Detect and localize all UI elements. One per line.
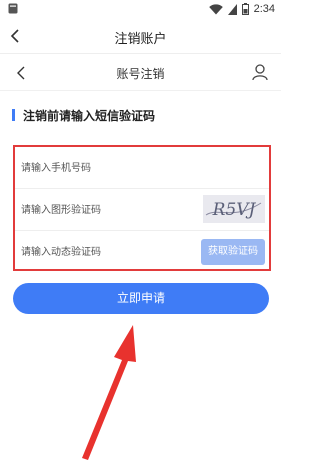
account-cancel-page: 2:34 注销账户 账号注销 注销前请输入短信验证码 R5V: [0, 0, 281, 460]
heading-accent-bar: [12, 109, 15, 121]
wifi-icon: [208, 3, 223, 14]
captcha-text: R5VJ: [212, 200, 257, 220]
user-icon[interactable]: [251, 63, 269, 81]
signal-icon: [227, 3, 237, 15]
status-bar: 2:34: [0, 0, 281, 18]
phone-row: [15, 147, 269, 189]
captcha-image[interactable]: R5VJ: [203, 195, 265, 223]
sms-code-row: 获取验证码: [15, 231, 269, 273]
get-code-button[interactable]: 获取验证码: [201, 239, 265, 265]
section-heading: 注销前请输入短信验证码: [12, 106, 155, 124]
verification-form: R5VJ 获取验证码: [13, 145, 271, 271]
submit-button[interactable]: 立即申请: [13, 283, 269, 314]
inner-header: 账号注销: [0, 55, 281, 91]
phone-input[interactable]: [21, 157, 191, 179]
android-notification-icon: [8, 3, 18, 14]
page-title: 注销账户: [114, 32, 167, 47]
sms-code-input[interactable]: [21, 241, 191, 263]
battery-icon: [241, 3, 249, 15]
section-heading-text: 注销前请输入短信验证码: [23, 108, 156, 123]
image-code-input[interactable]: [21, 199, 191, 221]
outer-header: 注销账户: [0, 18, 281, 54]
image-code-row: R5VJ: [15, 189, 269, 231]
sub-page-title: 账号注销: [116, 67, 165, 81]
clock: 2:34: [253, 3, 275, 15]
